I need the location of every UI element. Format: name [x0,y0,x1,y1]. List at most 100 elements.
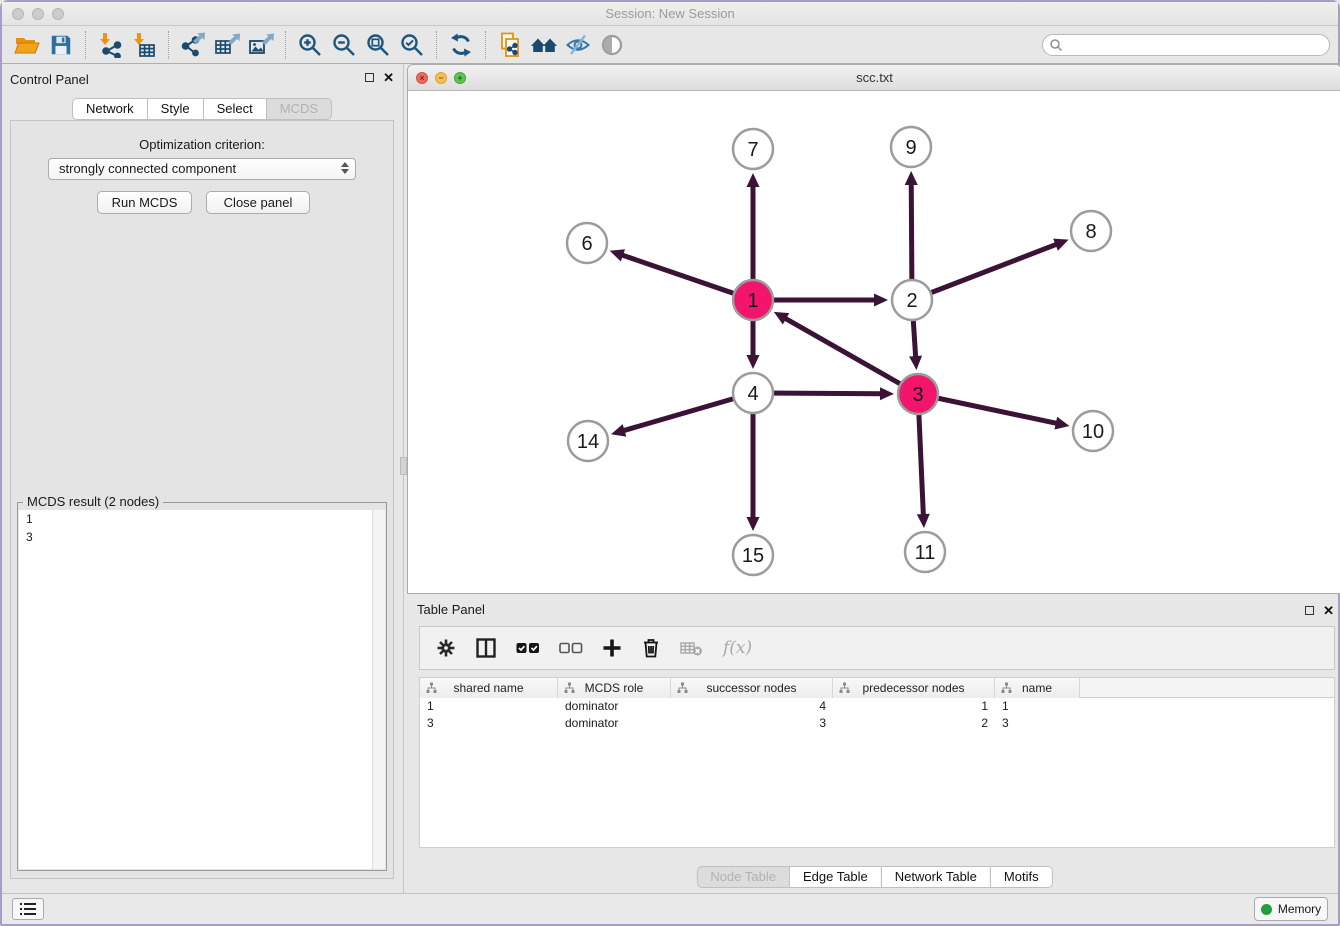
column-header-label: MCDS role [585,681,644,695]
column-header-mcds-role[interactable]: MCDS role [558,678,671,698]
node-4[interactable]: 4 [733,373,773,413]
arrowhead-icon [747,517,760,531]
node-2[interactable]: 2 [892,280,932,320]
column-header-predecessor-nodes[interactable]: predecessor nodes [833,678,995,698]
select-all-icon[interactable] [516,641,540,655]
mcds-result-item[interactable]: 3 [19,528,385,546]
cell-successor-nodes[interactable]: 3 [671,715,833,732]
cell-mcds-role[interactable]: dominator [558,715,671,732]
cell-mcds-role[interactable]: dominator [558,698,671,715]
tab-network-table[interactable]: Network Table [881,866,991,888]
import-table-icon[interactable] [127,30,161,60]
edge-3-1[interactable] [774,312,918,394]
search-input[interactable] [1042,34,1330,56]
criterion-dropdown-value: strongly connected component [59,161,236,176]
column-visibility-icon[interactable] [475,637,497,659]
cell-predecessor-nodes[interactable]: 1 [833,698,995,715]
tab-edge-table[interactable]: Edge Table [789,866,882,888]
criterion-dropdown[interactable]: strongly connected component [48,158,356,180]
float-panel-icon[interactable] [365,73,374,82]
edge-3-10[interactable] [918,394,1070,429]
edge-1-6[interactable] [610,249,753,300]
close-panel-icon[interactable]: ✕ [383,72,394,83]
zoom-out-icon[interactable] [327,30,361,60]
memory-button[interactable]: Memory [1254,897,1328,921]
network-canvas[interactable]: 7 9 6 8 1 2 4 3 14 10 15 11 [408,91,1340,593]
zoom-selected-icon[interactable] [395,30,429,60]
tab-node-table[interactable]: Node Table [696,866,790,888]
hide-selected-icon[interactable] [561,30,595,60]
cell-successor-nodes[interactable]: 4 [671,698,833,715]
panel-splitter[interactable] [403,64,404,893]
cell-name[interactable]: 1 [995,698,1080,715]
function-builder-icon[interactable]: f(x) [723,638,752,658]
show-all-icon[interactable] [595,30,629,60]
memory-label: Memory [1278,902,1321,916]
export-image-icon[interactable] [244,30,278,60]
mcds-result-item[interactable]: 1 [19,510,385,528]
node-15[interactable]: 15 [733,535,773,575]
edge-2-8[interactable] [912,239,1069,300]
run-mcds-button[interactable]: Run MCDS [97,191,192,214]
close-panel-icon[interactable]: ✕ [1323,605,1334,616]
node-11[interactable]: 11 [905,532,945,572]
node-9[interactable]: 9 [891,127,931,167]
node-label: 7 [747,139,758,161]
zoom-fit-icon[interactable] [361,30,395,60]
tab-style[interactable]: Style [147,98,204,120]
save-session-icon[interactable] [44,30,78,60]
node-table: shared name MCDS role successor nodesprede… [419,677,1335,848]
node-10[interactable]: 10 [1073,411,1113,451]
home-icon[interactable] [527,30,561,60]
toolbar-separator [285,31,286,59]
node-label: 8 [1085,221,1096,243]
export-network-icon[interactable] [176,30,210,60]
open-file-icon[interactable] [10,30,44,60]
table-panel-title: Table Panel [417,602,485,617]
close-panel-button[interactable]: Close panel [206,191,310,214]
node-1[interactable]: 1 [733,280,773,320]
add-column-icon[interactable] [602,638,622,658]
node-3[interactable]: 3 [898,374,938,414]
delete-column-icon[interactable] [641,637,661,659]
application-window: Session: New Session [2,2,1338,924]
node-7[interactable]: 7 [733,129,773,169]
edge-4-14[interactable] [611,393,753,437]
memory-status-icon [1261,904,1272,915]
node-6[interactable]: 6 [567,223,607,263]
first-neighbors-icon[interactable] [493,30,527,60]
deselect-all-icon[interactable] [559,641,583,655]
cell-shared-name[interactable]: 1 [420,698,558,715]
tab-select[interactable]: Select [203,98,267,120]
tab-mcds[interactable]: MCDS [266,98,332,120]
import-network-icon[interactable] [93,30,127,60]
column-header-name[interactable]: name [995,678,1080,698]
float-panel-icon[interactable] [1305,606,1314,615]
column-header-successor-nodes[interactable]: successor nodes [671,678,833,698]
search-icon [1049,38,1063,57]
main-toolbar [2,27,1338,64]
tab-motifs[interactable]: Motifs [990,866,1053,888]
cell-name[interactable]: 3 [995,715,1080,732]
column-header-shared-name[interactable]: shared name [420,678,558,698]
table-row[interactable]: 3dominator323 [420,715,1334,732]
cell-predecessor-nodes[interactable]: 2 [833,715,995,732]
node-label: 10 [1082,421,1104,443]
task-history-button[interactable] [12,898,44,920]
tab-network[interactable]: Network [72,98,148,120]
cell-shared-name[interactable]: 3 [420,715,558,732]
zoom-in-icon[interactable] [293,30,327,60]
attribute-tree-icon [564,682,575,694]
node-8[interactable]: 8 [1071,211,1111,251]
settings-gear-icon[interactable] [436,638,456,658]
table-row[interactable]: 1dominator411 [420,698,1334,715]
node-14[interactable]: 14 [568,421,608,461]
toolbar-separator [85,31,86,59]
splitter-handle[interactable] [400,457,407,475]
mcds-tab-content: Optimization criterion: strongly connect… [10,120,394,879]
scrollbar-track[interactable] [372,510,385,869]
toolbar-separator [168,31,169,59]
delete-table-icon[interactable] [680,639,704,657]
apply-layout-icon[interactable] [444,30,478,60]
export-table-icon[interactable] [210,30,244,60]
